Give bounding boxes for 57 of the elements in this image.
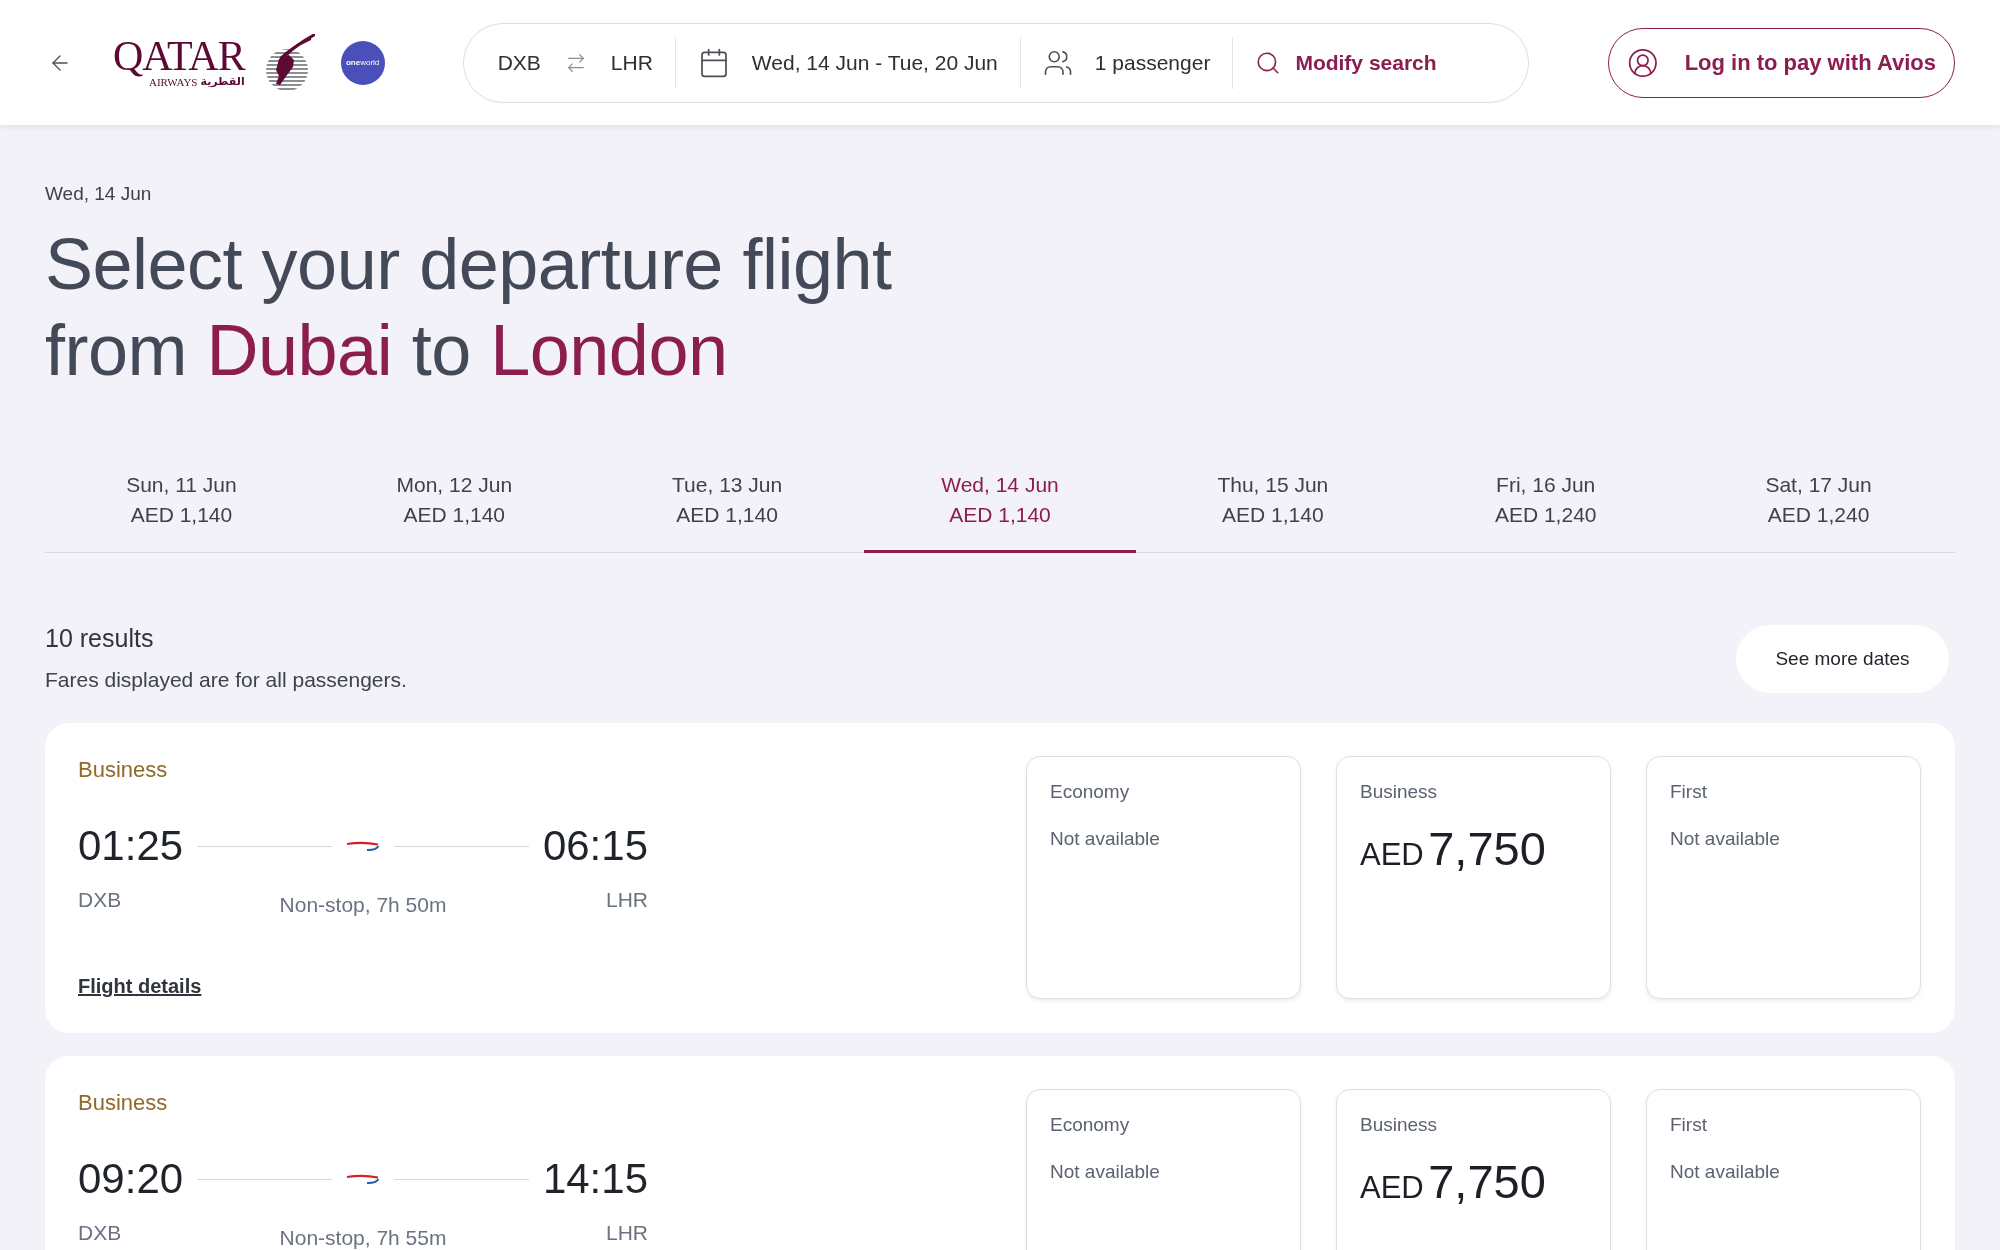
- logo-subtitle: AIRWAYS: [148, 75, 198, 89]
- departure-date: Wed, 14 Jun: [45, 182, 152, 206]
- flight-duration: Non-stop, 7h 50m: [279, 892, 447, 918]
- origin-code: DXB: [497, 50, 541, 75]
- arrival-time: 14:15: [542, 1154, 648, 1204]
- fare-cabin-name: Economy: [1050, 1113, 1130, 1137]
- user-icon: [1627, 46, 1659, 79]
- date-tab[interactable]: Sun, 11 Jun AED 1,140: [45, 460, 318, 553]
- airline-swoosh-icon: [346, 840, 380, 852]
- logo-wordmark: QATAR: [113, 36, 245, 75]
- date-tab[interactable]: Tue, 13 Jun AED 1,140: [590, 460, 864, 553]
- alliance-badge: oneworld: [340, 40, 385, 85]
- fare-cabin-name: Business: [1360, 780, 1438, 804]
- arrival-airport: LHR: [606, 887, 648, 913]
- modify-search-button[interactable]: Modify search: [1255, 45, 1437, 80]
- destination-code: LHR: [610, 50, 653, 75]
- see-more-dates-button[interactable]: See more dates: [1736, 624, 1949, 693]
- passenger-count: 1 passenger: [1094, 50, 1211, 75]
- travel-dates: Wed, 14 Jun - Tue, 20 Jun: [751, 50, 998, 75]
- departure-time: 09:20: [78, 1154, 184, 1204]
- cabin-label: Business: [78, 756, 168, 784]
- fare-card[interactable]: Economy Not available: [1026, 756, 1301, 999]
- fare-card[interactable]: Business AED 7,750: [1336, 756, 1611, 999]
- search-summary-bar[interactable]: DXB LHR Wed, 14 Jun - Tue, 20 Jun 1 passenger Modify search: [462, 22, 1529, 103]
- departure-airport: DXB: [78, 1220, 122, 1246]
- departure-time: 01:25: [78, 821, 184, 871]
- fares-note: Fares displayed are for all passengers.: [45, 667, 407, 693]
- arrival-airport: LHR: [606, 1220, 648, 1246]
- fare-status: Not available: [1050, 827, 1160, 851]
- fare-price: AED 7,750: [1360, 821, 1546, 877]
- fare-cabin-name: Business: [1360, 1113, 1438, 1137]
- page-title: Select your departure flight from Dubai to London: [45, 223, 892, 392]
- logo-arabic-text: القطرية: [200, 74, 245, 89]
- departure-airport: DXB: [78, 887, 122, 913]
- fare-card[interactable]: First Not available: [1646, 756, 1921, 999]
- fare-card[interactable]: First Not available: [1646, 1089, 1921, 1250]
- fare-cabin-name: First: [1670, 780, 1707, 804]
- date-tab[interactable]: Sat, 17 Jun AED 1,240: [1682, 460, 1955, 553]
- date-tab[interactable]: Mon, 12 Jun AED 1,140: [317, 460, 591, 553]
- results-count: 10 results: [45, 623, 154, 653]
- flight-duration: Non-stop, 7h 55m: [279, 1225, 447, 1250]
- fare-status: Not available: [1050, 1160, 1160, 1184]
- fare-price: AED 7,750: [1360, 1154, 1546, 1210]
- fare-cabin-name: Economy: [1050, 780, 1130, 804]
- airline-swoosh-icon: [346, 1173, 380, 1185]
- date-tab[interactable]: Wed, 14 Jun AED 1,140: [863, 460, 1137, 553]
- fare-card[interactable]: Business AED 7,750: [1336, 1089, 1611, 1250]
- fare-cabin-name: First: [1670, 1113, 1707, 1137]
- date-tab[interactable]: Fri, 16 Jun AED 1,240: [1409, 460, 1683, 553]
- flight-details-link[interactable]: Flight details: [78, 973, 202, 999]
- date-tab[interactable]: Thu, 15 Jun AED 1,140: [1136, 460, 1410, 553]
- arrival-time: 06:15: [542, 821, 648, 871]
- fare-card[interactable]: Economy Not available: [1026, 1089, 1301, 1250]
- fare-status: Not available: [1670, 827, 1780, 851]
- cabin-label: Business: [78, 1089, 168, 1117]
- fare-status: Not available: [1670, 1160, 1780, 1184]
- login-button[interactable]: Log in to pay with Avios: [1608, 27, 1955, 98]
